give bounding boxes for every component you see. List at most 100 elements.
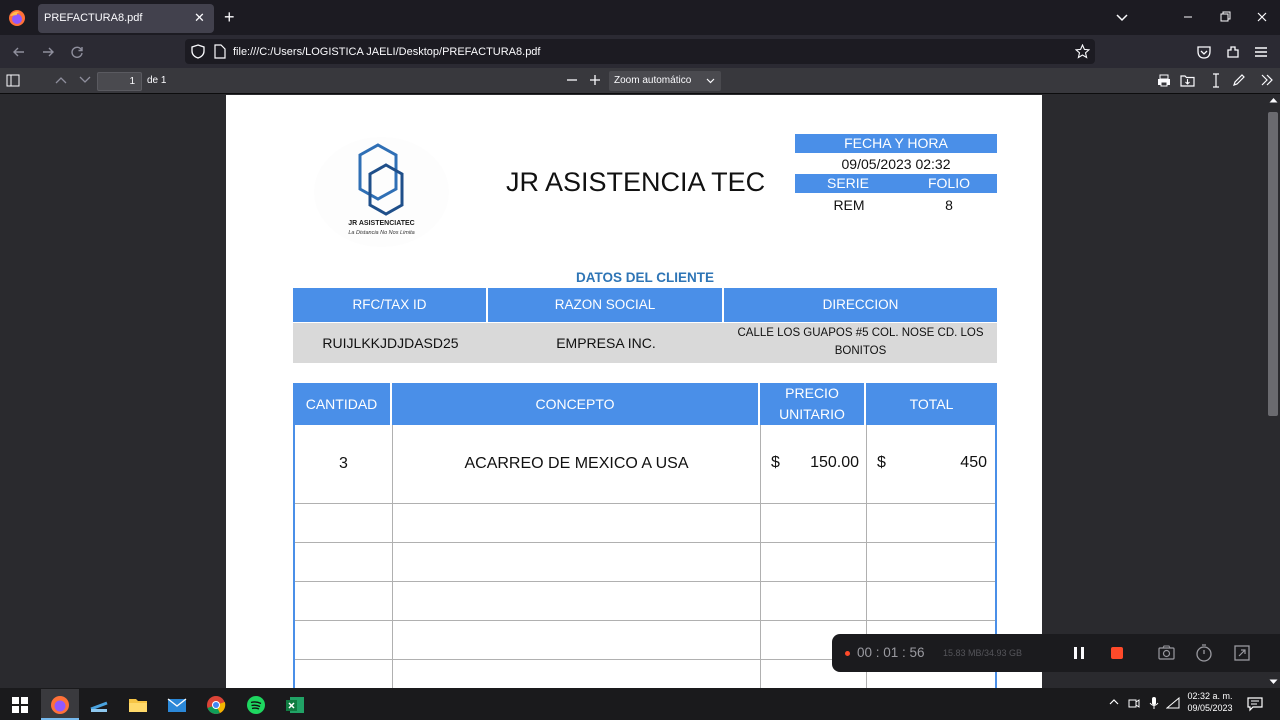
firefox-icon[interactable] <box>8 9 26 27</box>
recording-time: 00 : 01 : 56 <box>857 645 925 660</box>
scrollbar-thumb[interactable] <box>1268 112 1278 416</box>
pocket-icon[interactable] <box>1196 44 1212 60</box>
close-window-icon[interactable] <box>1254 9 1270 25</box>
row-total-currency: $ <box>877 454 886 471</box>
company-name: JR ASISTENCIA TEC <box>506 167 766 197</box>
recording-dot <box>845 651 850 656</box>
tab-close-icon[interactable]: ✕ <box>194 11 205 25</box>
page-count: de 1 <box>147 75 167 86</box>
table-row: 3 ACARREO DE MEXICO A USA $ 150.00 $ 450 <box>295 425 995 503</box>
tab-title: PREFACTURA8.pdf <box>44 12 143 24</box>
firefox-taskbar-icon[interactable] <box>50 695 70 715</box>
folio-label: FOLIO <box>927 175 970 191</box>
items-header-cantidad: CANTIDAD <box>293 383 392 425</box>
back-arrow-icon[interactable] <box>11 44 27 60</box>
meet-now-icon[interactable] <box>1128 697 1140 709</box>
stop-record-icon[interactable] <box>1110 646 1124 660</box>
mail-icon[interactable] <box>167 695 187 715</box>
reload-icon[interactable] <box>69 44 85 60</box>
client-header-razon: RAZON SOCIAL <box>488 288 724 322</box>
serie-value: REM <box>833 197 865 213</box>
notifications-icon[interactable] <box>1247 696 1263 712</box>
logo-tagline: La Distancia No Nos Limita <box>348 230 415 236</box>
microphone-icon[interactable] <box>1148 696 1160 710</box>
excel-icon[interactable] <box>285 695 305 715</box>
row-precio: 150.00 <box>810 454 859 471</box>
resize-region-icon[interactable] <box>1234 645 1250 661</box>
extensions-icon[interactable] <box>1225 44 1241 60</box>
items-header-concepto: CONCEPTO <box>392 383 760 425</box>
pdf-toolbar: 1 de 1 Zoom automático <box>0 68 1280 94</box>
client-header-rfc: RFC/TAX ID <box>293 288 488 322</box>
page-icon[interactable] <box>214 44 226 59</box>
scroll-up-icon[interactable] <box>1269 97 1278 103</box>
serie-label: SERIE <box>826 175 869 191</box>
chevron-down-icon <box>706 78 715 84</box>
clock-date: 09/05/2023 <box>1187 703 1233 713</box>
zoom-value: Zoom automático <box>614 75 692 86</box>
previous-page-icon[interactable] <box>55 75 67 85</box>
screen-recorder-widget: 00 : 01 : 56 15.83 MB/34.93 GB <box>832 634 1280 672</box>
row-divider <box>295 620 995 621</box>
tab-prefactura[interactable]: PREFACTURA8.pdf ✕ <box>38 4 214 33</box>
items-header-total: TOTAL <box>909 395 954 412</box>
company-logo: JR ASISTENCIATEC La Distancia No Nos Lim… <box>314 137 449 247</box>
system-tray-chevron-icon[interactable] <box>1109 698 1119 706</box>
logo-name: JR ASISTENCIATEC <box>348 220 415 227</box>
taskbar-clock[interactable]: 02:32 a. m. 09/05/2023 <box>1180 690 1240 714</box>
minimize-icon[interactable] <box>1180 9 1196 25</box>
row-divider <box>295 542 995 543</box>
row-divider <box>295 503 995 504</box>
client-rfc: RUIJLKKJDJDASD25 <box>322 335 459 351</box>
new-tab-icon[interactable]: + <box>224 8 235 26</box>
clock-time: 02:32 a. m. <box>1187 691 1233 701</box>
windows-start-icon[interactable] <box>10 695 30 715</box>
fecha-label: FECHA Y HORA <box>795 134 997 153</box>
page-number-input[interactable]: 1 <box>97 72 142 91</box>
app-menu-icon[interactable] <box>1253 44 1269 60</box>
forward-arrow-icon[interactable] <box>40 44 56 60</box>
folio-value: 8 <box>945 197 953 213</box>
restore-icon[interactable] <box>1217 9 1233 25</box>
save-icon[interactable] <box>1180 74 1195 87</box>
more-tools-icon[interactable] <box>1260 74 1274 86</box>
recording-storage: 15.83 MB/34.93 GB <box>943 648 1023 658</box>
client-section-title: DATOS DEL CLIENTE <box>575 270 714 285</box>
chrome-icon[interactable] <box>206 695 226 715</box>
zoom-out-icon[interactable] <box>566 74 578 86</box>
row-total: 450 <box>960 454 987 471</box>
items-header-precio: PRECIO UNITARIO <box>760 383 866 425</box>
row-divider <box>295 581 995 582</box>
screenshot-camera-icon[interactable] <box>1158 645 1175 660</box>
bookmark-star-icon[interactable] <box>1075 44 1090 59</box>
scanner-app-icon[interactable] <box>89 695 109 715</box>
row-concepto: ACARREO DE MEXICO A USA <box>464 455 689 472</box>
client-values-row: RUIJLKKJDJDASD25 EMPRESA INC. CALLE LOS … <box>293 323 997 363</box>
pdf-page: JR ASISTENCIATEC La Distancia No Nos Lim… <box>226 95 1042 688</box>
row-precio-currency: $ <box>771 454 780 471</box>
client-header-direccion: DIRECCION <box>822 296 899 312</box>
zoom-in-icon[interactable] <box>589 74 601 86</box>
client-razon: EMPRESA INC. <box>556 335 656 351</box>
scroll-down-icon[interactable] <box>1269 679 1278 685</box>
client-direccion: CALLE LOS GUAPOS #5 COL. NOSE CD. LOS BO… <box>737 327 984 357</box>
client-header-row: RFC/TAX ID RAZON SOCIAL DIRECCION <box>293 288 997 322</box>
address-bar[interactable]: file:///C:/Users/LOGISTICA JAELI/Desktop… <box>185 39 1095 64</box>
sidebar-toggle-icon[interactable] <box>6 74 20 87</box>
print-icon[interactable] <box>1157 74 1171 87</box>
draw-pencil-icon[interactable] <box>1232 73 1246 87</box>
tab-list-chevron-icon[interactable] <box>1114 9 1130 25</box>
next-page-icon[interactable] <box>79 75 91 85</box>
zoom-select[interactable]: Zoom automático <box>609 71 721 91</box>
file-explorer-icon[interactable] <box>128 695 148 715</box>
shield-icon[interactable] <box>191 44 205 59</box>
pdf-viewer[interactable]: JR ASISTENCIATEC La Distancia No Nos Lim… <box>0 95 1280 688</box>
wifi-icon[interactable] <box>1166 697 1180 709</box>
tab-bar: PREFACTURA8.pdf ✕ + <box>0 0 1280 35</box>
url-text[interactable]: file:///C:/Users/LOGISTICA JAELI/Desktop… <box>233 46 540 58</box>
row-cantidad: 3 <box>339 455 348 472</box>
pause-icon[interactable] <box>1072 646 1086 660</box>
text-cursor-icon[interactable] <box>1211 73 1221 88</box>
spotify-icon[interactable] <box>246 695 266 715</box>
timer-icon[interactable] <box>1195 644 1213 662</box>
